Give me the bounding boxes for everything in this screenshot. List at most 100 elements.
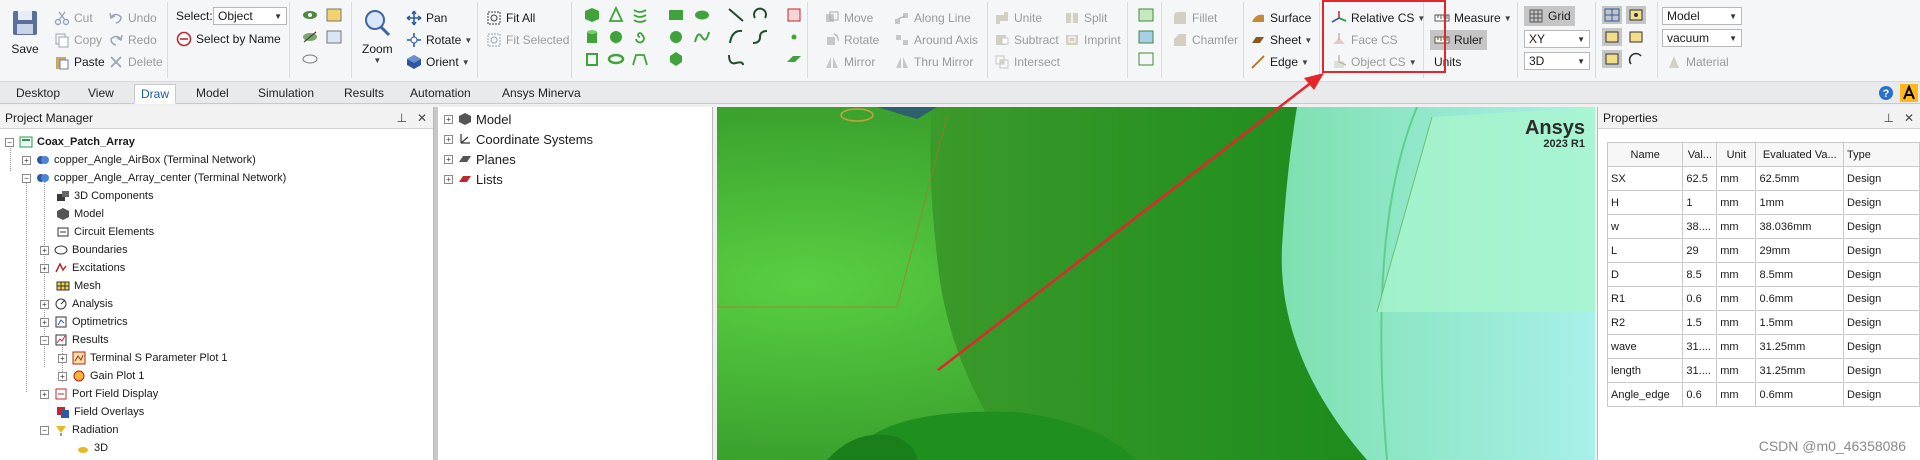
tab-simulation[interactable]: Simulation xyxy=(252,84,320,104)
table-row[interactable]: R2 1.5 mm 1.5mm Design xyxy=(1606,310,1920,335)
equation-curve-icon[interactable] xyxy=(750,28,770,46)
box-region-icon[interactable] xyxy=(784,6,804,24)
tree-item-analysis[interactable]: + Analysis xyxy=(40,295,113,313)
table-cell[interactable]: mm xyxy=(1716,214,1757,239)
sheet-button[interactable]: Sheet ▼ xyxy=(1250,30,1312,50)
table-cell[interactable]: mm xyxy=(1716,334,1757,359)
cylinder-icon[interactable] xyxy=(582,28,602,46)
collapse-icon[interactable]: − xyxy=(22,173,31,183)
cone-icon[interactable] xyxy=(606,6,626,24)
tab-automation[interactable]: Automation xyxy=(404,84,477,104)
model-tree-item-coordinate-systems[interactable]: + Coordinate Systems xyxy=(444,129,593,149)
tree-item-model[interactable]: Model xyxy=(56,205,104,223)
material-button[interactable]: Material xyxy=(1666,52,1729,72)
snap-center-icon[interactable] xyxy=(1602,50,1622,68)
grid-plane-dropdown[interactable]: XY ▼ xyxy=(1524,30,1590,48)
tree-item-boundaries[interactable]: + Boundaries xyxy=(40,241,128,259)
model-dropdown[interactable]: Model ▼ xyxy=(1662,7,1742,25)
around-axis-button[interactable]: Around Axis xyxy=(894,30,978,50)
expand-icon[interactable]: + xyxy=(22,155,31,165)
column-header[interactable]: Unit xyxy=(1716,142,1757,167)
expand-icon[interactable]: + xyxy=(40,317,49,327)
tab-view[interactable]: View xyxy=(82,84,120,104)
table-cell[interactable]: mm xyxy=(1716,358,1757,383)
spiral-icon[interactable] xyxy=(630,28,650,46)
snap-face-icon[interactable] xyxy=(1626,28,1646,46)
chamfer-button[interactable]: Chamfer xyxy=(1172,30,1238,50)
box-icon[interactable] xyxy=(582,6,602,24)
view-options-icon[interactable] xyxy=(324,28,344,46)
expand-icon[interactable]: + xyxy=(40,245,49,255)
tree-item-field-overlays[interactable]: Field Overlays xyxy=(56,403,144,421)
table-cell[interactable]: L xyxy=(1606,238,1684,263)
3d-viewport[interactable]: Ansys 2023 R1 xyxy=(717,107,1595,460)
tree-item-circuit-elements[interactable]: Circuit Elements xyxy=(56,223,154,241)
table-cell[interactable]: mm xyxy=(1716,382,1757,407)
unite-button[interactable]: Unite xyxy=(994,8,1042,28)
table-cell[interactable]: mm xyxy=(1716,286,1757,311)
tree-item-design[interactable]: + copper_Angle_AirBox (Terminal Network) xyxy=(22,151,256,169)
table-row[interactable]: length 31.... mm 31.25mm Design xyxy=(1606,358,1920,383)
table-cell[interactable]: 29 xyxy=(1682,238,1718,263)
table-cell[interactable]: mm xyxy=(1716,190,1757,215)
sphere-icon[interactable] xyxy=(606,28,626,46)
table-cell[interactable]: 0.6 xyxy=(1682,382,1718,407)
expand-icon[interactable]: + xyxy=(444,174,453,184)
table-cell[interactable]: Design xyxy=(1843,262,1920,287)
tree-item-results[interactable]: − Results xyxy=(40,331,109,349)
fit-selected-button[interactable]: Fit Selected xyxy=(486,30,569,50)
table-cell[interactable]: 31.... xyxy=(1682,358,1718,383)
rectangle-icon[interactable] xyxy=(666,6,686,24)
table-cell[interactable]: 31.25mm xyxy=(1755,334,1845,359)
table-cell[interactable]: mm xyxy=(1716,238,1757,263)
table-cell[interactable]: 62.5mm xyxy=(1755,166,1845,191)
grid-dimension-dropdown[interactable]: 3D ▼ xyxy=(1524,52,1590,70)
orient-button[interactable]: Orient ▼ xyxy=(406,52,470,72)
table-cell[interactable]: mm xyxy=(1716,262,1757,287)
tree-item-design[interactable]: − copper_Angle_Array_center (Terminal Net… xyxy=(22,169,286,187)
table-cell[interactable]: SX xyxy=(1606,166,1684,191)
table-row[interactable]: Angle_edge 0.6 mm 0.6mm Design xyxy=(1606,382,1920,407)
thru-mirror-button[interactable]: Thru Mirror xyxy=(894,52,973,72)
surface-button[interactable]: Surface xyxy=(1250,8,1311,28)
cover-lines-icon[interactable] xyxy=(1136,6,1156,24)
ellipse-icon[interactable] xyxy=(692,6,712,24)
table-cell[interactable]: Design xyxy=(1843,166,1920,191)
table-row[interactable]: SX 62.5 mm 62.5mm Design xyxy=(1606,166,1920,191)
table-cell[interactable]: R2 xyxy=(1606,310,1684,335)
table-cell[interactable]: mm xyxy=(1716,310,1757,335)
paste-button[interactable]: Paste xyxy=(54,52,105,72)
show-all-icon[interactable] xyxy=(300,50,320,68)
table-cell[interactable]: Design xyxy=(1843,238,1920,263)
table-cell[interactable]: Design xyxy=(1843,190,1920,215)
column-header[interactable]: Val... xyxy=(1682,142,1718,167)
table-cell[interactable]: D xyxy=(1606,262,1684,287)
bondwire-icon[interactable] xyxy=(630,50,650,68)
tab-draw[interactable]: Draw xyxy=(134,84,177,104)
table-cell[interactable]: Design xyxy=(1843,310,1920,335)
pin-icon[interactable]: ⊥ xyxy=(1883,111,1893,125)
tree-item-project[interactable]: − Coax_Patch_Array xyxy=(5,133,135,151)
table-cell[interactable]: R1 xyxy=(1606,286,1684,311)
close-icon[interactable]: ✕ xyxy=(1904,111,1914,125)
arc-icon[interactable] xyxy=(726,28,746,46)
model-tree-item-model[interactable]: + Model xyxy=(444,109,511,129)
table-cell[interactable]: 8.5mm xyxy=(1755,262,1845,287)
table-cell[interactable]: Design xyxy=(1843,358,1920,383)
table-cell[interactable]: H xyxy=(1606,190,1684,215)
table-cell[interactable]: Angle_edge xyxy=(1606,382,1684,407)
helix-icon[interactable] xyxy=(630,6,650,24)
fit-all-button[interactable]: Fit All xyxy=(486,8,535,28)
expand-icon[interactable]: + xyxy=(40,263,49,273)
table-cell[interactable]: 0.6mm xyxy=(1755,286,1845,311)
close-icon[interactable]: ✕ xyxy=(417,111,427,125)
table-cell[interactable]: 31.25mm xyxy=(1755,358,1845,383)
collapse-icon[interactable]: − xyxy=(5,137,14,147)
plane-icon[interactable] xyxy=(784,50,804,68)
expand-icon[interactable]: + xyxy=(444,154,453,164)
pan-button[interactable]: Pan xyxy=(406,8,447,28)
intersect-button[interactable]: Intersect xyxy=(994,52,1060,72)
equation-surface-icon[interactable] xyxy=(692,28,712,46)
help-icon[interactable]: ? xyxy=(1878,85,1894,101)
tree-item-optimetrics[interactable]: + Optimetrics xyxy=(40,313,128,331)
